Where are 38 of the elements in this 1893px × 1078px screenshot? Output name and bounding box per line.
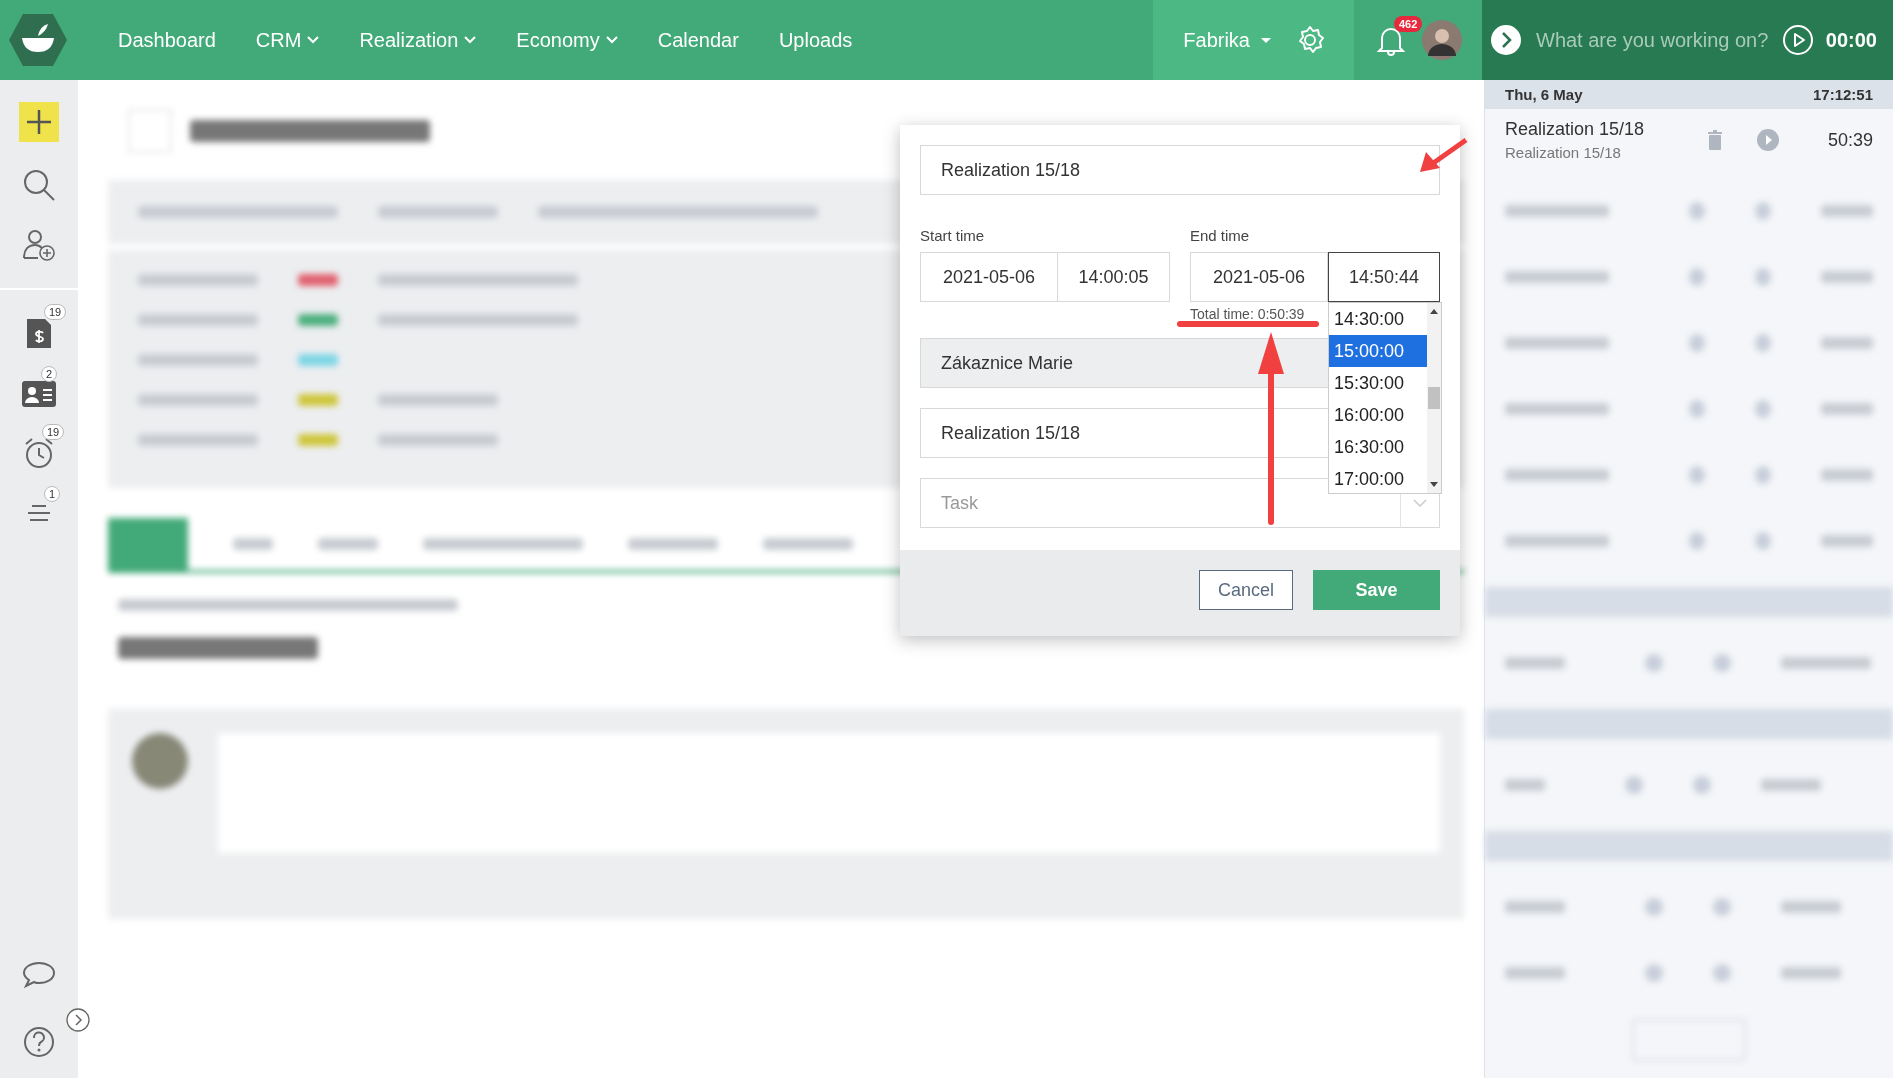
logo-icon[interactable]: [8, 12, 68, 68]
scroll-up-icon[interactable]: [1429, 307, 1439, 315]
count-badge: 19: [42, 424, 65, 440]
time-option[interactable]: 15:00:00: [1329, 335, 1427, 367]
scrollbar-thumb[interactable]: [1428, 387, 1440, 409]
contact-card-icon[interactable]: [21, 378, 57, 408]
start-date-field[interactable]: 2021-05-06: [920, 252, 1058, 302]
count-badge: 1: [44, 486, 61, 502]
time-option[interactable]: 14:30:00: [1329, 303, 1427, 335]
scroll-down-icon[interactable]: [1429, 481, 1439, 489]
entry-duration: 50:39: [1826, 129, 1873, 151]
end-time-field[interactable]: 14:50:44: [1328, 252, 1440, 302]
scrollbar[interactable]: [1427, 303, 1441, 493]
search-icon[interactable]: [22, 168, 56, 202]
day-total: 17:12:51: [1812, 86, 1873, 103]
expand-icon[interactable]: [1490, 24, 1522, 56]
end-date-field[interactable]: 2021-05-06: [1190, 252, 1328, 302]
start-time-field[interactable]: 14:00:05: [1058, 252, 1170, 302]
description-field[interactable]: Realization 15/18: [920, 145, 1440, 195]
play-icon[interactable]: [1781, 24, 1814, 56]
count-badge: 19: [44, 304, 67, 320]
total-time: Total time: 0:50:39: [1190, 306, 1305, 322]
invoice-icon[interactable]: [24, 316, 54, 350]
count-badge: 2: [41, 366, 58, 382]
entry-subtitle: Realization 15/18: [1505, 144, 1622, 161]
end-time-label: End time: [1190, 227, 1251, 244]
avatar-icon[interactable]: [1422, 20, 1462, 60]
help-icon[interactable]: [23, 1026, 55, 1058]
add-user-icon[interactable]: [22, 228, 56, 262]
chat-icon[interactable]: [22, 960, 56, 990]
start-time-label: Start time: [920, 227, 986, 244]
collapse-sidebar-icon[interactable]: [66, 1008, 90, 1032]
task-input[interactable]: What are you working on?: [1534, 27, 1770, 53]
cancel-button[interactable]: Cancel: [1199, 570, 1293, 610]
entry-title[interactable]: Realization 15/18: [1505, 119, 1673, 140]
day-label: Thu, 6 May: [1505, 86, 1583, 103]
timer-time: 00:00: [1825, 28, 1877, 52]
notification-count: 462: [1394, 16, 1423, 32]
